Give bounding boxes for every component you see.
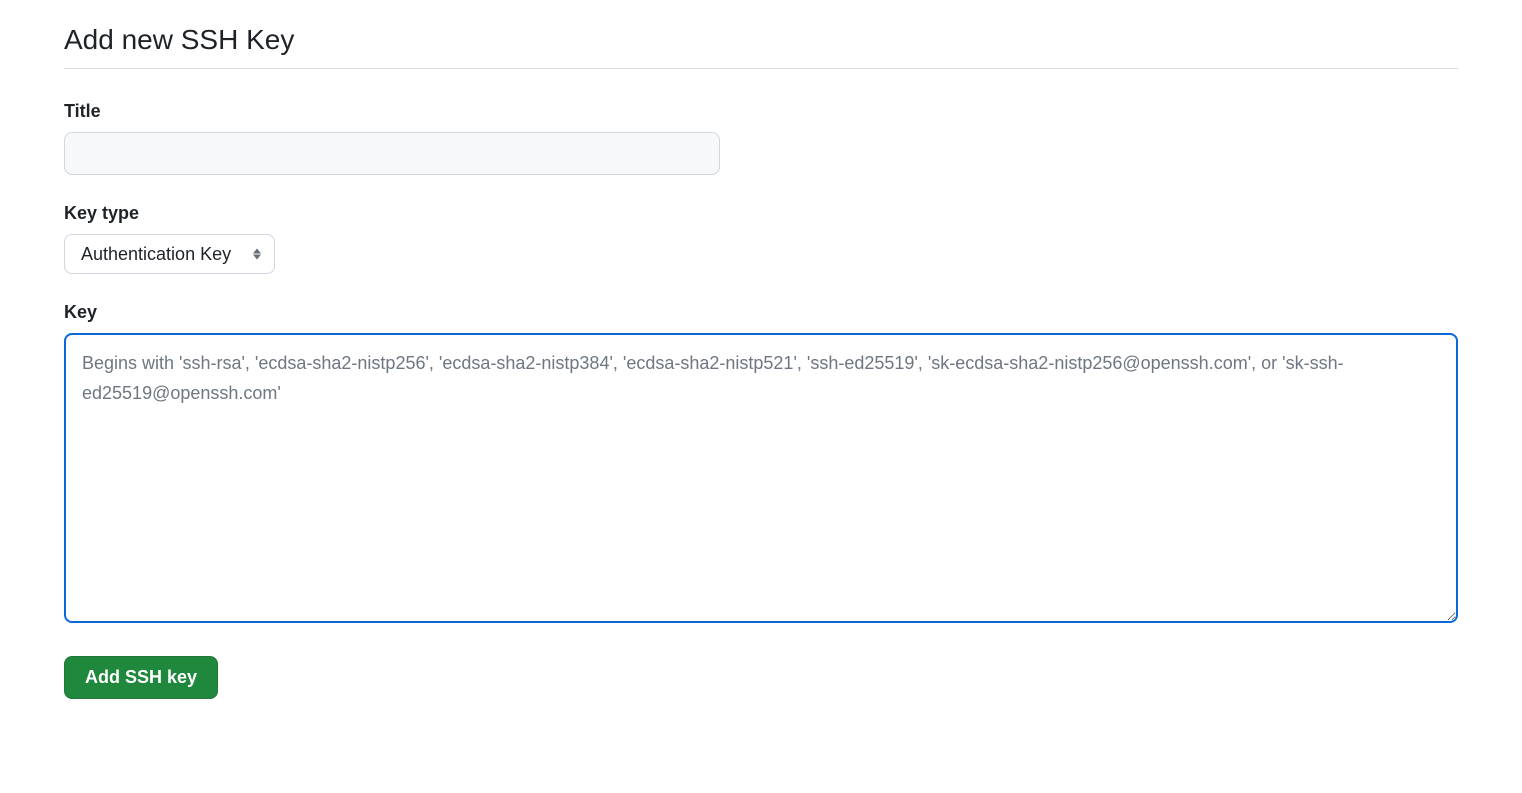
key-type-field-group: Key type Authentication Key: [64, 203, 1458, 274]
add-ssh-key-button[interactable]: Add SSH key: [64, 656, 218, 699]
key-type-select[interactable]: Authentication Key: [64, 234, 275, 274]
key-field-group: Key: [64, 302, 1458, 628]
title-label: Title: [64, 101, 1458, 122]
page-title: Add new SSH Key: [64, 24, 1458, 69]
ssh-key-form: Title Key type Authentication Key Key Ad…: [64, 101, 1458, 699]
title-field-group: Title: [64, 101, 1458, 175]
key-textarea[interactable]: [64, 333, 1458, 623]
key-type-label: Key type: [64, 203, 1458, 224]
key-type-select-wrapper: Authentication Key: [64, 234, 275, 274]
key-label: Key: [64, 302, 1458, 323]
title-input[interactable]: [64, 132, 720, 175]
